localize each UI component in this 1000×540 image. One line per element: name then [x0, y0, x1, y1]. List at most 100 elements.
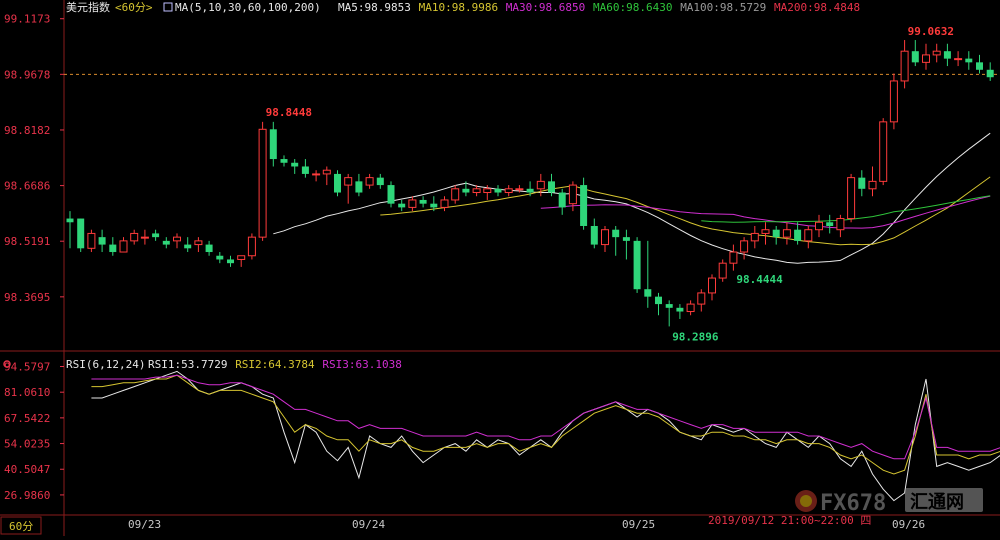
candle[interactable]	[87, 229, 96, 253]
candle[interactable]	[216, 252, 224, 264]
candle[interactable]	[184, 237, 192, 253]
candle-body	[986, 69, 994, 78]
candle[interactable]	[334, 170, 341, 197]
candle[interactable]	[590, 218, 598, 249]
candle[interactable]	[858, 170, 866, 197]
candle[interactable]	[954, 51, 963, 67]
candle[interactable]	[836, 214, 845, 238]
candle[interactable]	[494, 185, 502, 197]
candle[interactable]	[237, 255, 246, 267]
candle[interactable]	[976, 54, 983, 74]
candle[interactable]	[355, 173, 363, 197]
ma-params: MA(5,10,30,60,100,200)	[175, 1, 321, 14]
candle[interactable]	[932, 43, 941, 63]
candle[interactable]	[761, 222, 770, 245]
candle[interactable]	[140, 229, 149, 245]
candle[interactable]	[77, 218, 85, 253]
candle[interactable]	[376, 173, 384, 189]
candle[interactable]	[568, 181, 577, 212]
candle[interactable]	[558, 188, 566, 215]
candle[interactable]	[965, 51, 973, 70]
candle[interactable]	[269, 121, 277, 167]
candle[interactable]	[162, 237, 170, 249]
candle[interactable]	[911, 40, 919, 67]
candle[interactable]	[440, 196, 449, 212]
candle[interactable]	[676, 304, 684, 319]
candle[interactable]	[697, 289, 706, 312]
candle[interactable]	[227, 255, 234, 267]
candle-body	[633, 240, 641, 290]
candle[interactable]	[633, 237, 641, 293]
candle[interactable]	[301, 159, 309, 178]
candle-body	[686, 303, 695, 313]
candle[interactable]	[258, 121, 267, 241]
rsi-tick-3: 54.0235	[4, 438, 50, 451]
candle[interactable]	[247, 233, 256, 260]
candle[interactable]	[109, 237, 117, 256]
candle[interactable]	[291, 159, 299, 174]
candle[interactable]	[750, 225, 759, 249]
candle[interactable]	[740, 237, 749, 260]
candle-body	[216, 255, 224, 260]
candle[interactable]	[601, 225, 609, 253]
candle[interactable]	[889, 73, 898, 130]
candle[interactable]	[130, 229, 139, 245]
candle[interactable]	[708, 274, 716, 301]
candle[interactable]	[804, 225, 813, 249]
candle[interactable]	[644, 240, 652, 308]
candle-body	[365, 177, 374, 186]
candle[interactable]	[152, 229, 160, 241]
candle-body	[87, 232, 96, 249]
candle[interactable]	[365, 173, 374, 189]
candle[interactable]	[686, 300, 695, 316]
candle-body	[580, 185, 588, 226]
candle[interactable]	[408, 196, 417, 212]
rsi-plot[interactable]	[91, 370, 1000, 502]
candle[interactable]	[922, 43, 930, 70]
candle[interactable]	[847, 173, 856, 223]
candle-body	[568, 184, 577, 205]
candle[interactable]	[986, 62, 994, 81]
rsi-params: RSI(6,12,24)	[66, 358, 145, 371]
candle[interactable]	[782, 222, 791, 245]
candle[interactable]	[826, 214, 834, 234]
candle[interactable]	[718, 259, 727, 282]
candle[interactable]	[900, 40, 909, 89]
candle-body	[312, 173, 321, 176]
candle[interactable]	[98, 229, 106, 253]
candle[interactable]	[194, 237, 203, 253]
candle[interactable]	[772, 225, 780, 245]
candle[interactable]	[612, 225, 620, 256]
candle-body	[152, 233, 160, 238]
chart-type-icon[interactable]	[163, 2, 173, 12]
candle[interactable]	[387, 181, 395, 208]
candle[interactable]	[280, 155, 288, 167]
candle[interactable]	[655, 292, 662, 316]
candle[interactable]	[729, 244, 738, 271]
candlestick-plot[interactable]: 98.8448 98.4444 98.2896 99.0632	[64, 25, 1000, 344]
candle[interactable]	[398, 199, 406, 212]
candle[interactable]	[504, 185, 513, 197]
candle-body	[258, 128, 267, 238]
candle[interactable]	[815, 214, 823, 238]
candle[interactable]	[66, 211, 74, 249]
candle[interactable]	[868, 166, 877, 197]
candle[interactable]	[419, 196, 427, 208]
candle[interactable]	[580, 177, 588, 230]
candle[interactable]	[205, 240, 213, 256]
candle[interactable]	[665, 300, 673, 327]
candle[interactable]	[943, 43, 951, 67]
candle-body	[205, 244, 213, 253]
candle[interactable]	[119, 237, 128, 253]
candle[interactable]	[344, 173, 353, 204]
candle[interactable]	[173, 233, 181, 249]
candle-body	[922, 54, 930, 63]
date-label-0924: 09/24	[352, 518, 385, 531]
candle-body	[140, 236, 149, 239]
candle[interactable]	[312, 170, 321, 182]
candle[interactable]	[322, 166, 331, 186]
candle[interactable]	[622, 229, 630, 260]
candle[interactable]	[879, 118, 888, 186]
candle[interactable]	[451, 185, 460, 204]
candle[interactable]	[794, 222, 802, 245]
